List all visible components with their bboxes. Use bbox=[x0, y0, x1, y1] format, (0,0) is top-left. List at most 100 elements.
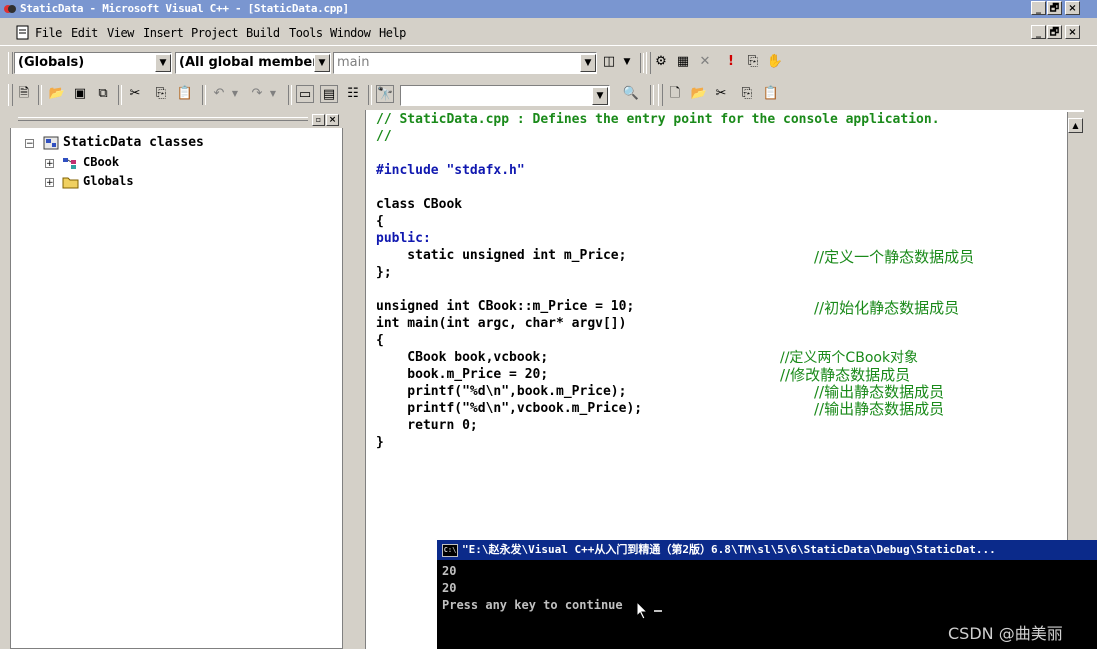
toolbar-separator bbox=[288, 85, 292, 105]
go-icon[interactable]: ⎘ bbox=[744, 53, 762, 71]
menu-insert[interactable]: Insert bbox=[143, 26, 184, 40]
scroll-up-button[interactable]: ▲ bbox=[1068, 118, 1083, 133]
new-file-icon[interactable]: 🗋 bbox=[666, 85, 684, 103]
panel-splitter[interactable] bbox=[343, 110, 365, 649]
menu-build[interactable]: Build bbox=[246, 26, 280, 40]
close-button[interactable]: × bbox=[1065, 1, 1080, 15]
console-title-bar[interactable]: C:\ "E:\赵永发\Visual C++从入门到精通（第2版）6.8\TM\s… bbox=[437, 540, 1097, 560]
find-in-files-icon[interactable]: 🔭 bbox=[376, 85, 394, 103]
copy-icon[interactable]: ⎘ bbox=[152, 85, 170, 103]
code-line: int main(int argc, char* argv[]) bbox=[376, 316, 627, 331]
menu-file[interactable]: File bbox=[35, 26, 62, 40]
mouse-pointer-icon bbox=[636, 600, 650, 621]
panel-close-button[interactable]: × bbox=[326, 114, 339, 126]
collapse-toggle[interactable]: − bbox=[25, 139, 34, 149]
chevron-down-icon[interactable]: ▼ bbox=[226, 85, 244, 103]
tree-item-cbook[interactable]: CBook bbox=[83, 155, 119, 169]
minimize-button[interactable]: _ bbox=[1031, 1, 1046, 15]
chevron-down-icon[interactable]: ▼ bbox=[592, 87, 608, 105]
code-line: #include "stdafx.h" bbox=[376, 163, 525, 178]
standard-toolbar: 🗎 📂 ▣ ⧉ ✂ ⎘ 📋 ↶ ▼ ↷ ▼ ▭ ▤ ☷ 🔭 ▼ 🔍 🗋 📂 ✂ … bbox=[0, 80, 1097, 110]
doc-maximize-button[interactable]: 🗗 bbox=[1047, 25, 1062, 39]
code-line: } bbox=[376, 435, 384, 450]
code-line: { bbox=[376, 333, 384, 348]
code-line: static unsigned int m_Price; bbox=[376, 248, 627, 263]
class-icon bbox=[62, 156, 80, 170]
scope-combo[interactable]: (Globals) bbox=[14, 52, 172, 74]
classview-icon bbox=[43, 136, 59, 150]
code-line: return 0; bbox=[376, 418, 478, 433]
console-title: "E:\赵永发\Visual C++从入门到精通（第2版）6.8\TM\sl\5… bbox=[462, 543, 996, 556]
breakpoint-hand-icon[interactable]: ✋ bbox=[766, 53, 784, 71]
code-line: CBook book,vcbook; bbox=[376, 350, 549, 365]
code-line: }; bbox=[376, 265, 392, 280]
code-line: book.m_Price = 20; bbox=[376, 367, 549, 382]
chevron-down-icon[interactable]: ▼ bbox=[264, 85, 282, 103]
doc-close-button[interactable]: × bbox=[1065, 25, 1080, 39]
code-comment: //初始化静态数据成员 bbox=[814, 299, 960, 317]
workspace-header: ▫ × bbox=[10, 112, 343, 128]
tree-root-label[interactable]: StaticData classes bbox=[63, 135, 204, 150]
open-folder-icon[interactable]: 📂 bbox=[48, 85, 66, 103]
expand-toggle[interactable]: + bbox=[45, 178, 54, 188]
code-line: { bbox=[376, 214, 384, 229]
expand-toggle[interactable]: + bbox=[45, 159, 54, 169]
toolbar-separator bbox=[368, 85, 372, 105]
menu-tools[interactable]: Tools bbox=[289, 26, 323, 40]
console-output-line: 20 bbox=[442, 581, 457, 595]
save-all-icon[interactable]: ⧉ bbox=[94, 85, 112, 103]
cut-icon[interactable]: ✂ bbox=[712, 85, 730, 103]
code-line: printf("%d\n",vcbook.m_Price); bbox=[376, 401, 643, 416]
find-icon[interactable]: 🔍 bbox=[622, 85, 640, 103]
menu-window[interactable]: Window bbox=[330, 26, 371, 40]
function-combo[interactable]: main bbox=[333, 52, 597, 74]
toolbar-grip[interactable] bbox=[646, 52, 651, 74]
copy-icon[interactable]: ⎘ bbox=[738, 85, 756, 103]
workspace-panel[interactable] bbox=[10, 112, 343, 649]
chevron-down-icon[interactable]: ▼ bbox=[618, 53, 636, 71]
chevron-down-icon[interactable]: ▼ bbox=[155, 54, 171, 72]
toolbar-separator bbox=[118, 85, 122, 105]
toolbar-grip[interactable] bbox=[8, 52, 13, 74]
execute-icon[interactable]: ! bbox=[722, 53, 740, 71]
chevron-down-icon[interactable]: ▼ bbox=[580, 54, 596, 72]
toolbar-separator bbox=[38, 85, 42, 105]
save-icon[interactable]: ▣ bbox=[71, 85, 89, 103]
wizard-action-icon[interactable]: ◫ bbox=[600, 53, 618, 71]
toolbar-grip[interactable] bbox=[658, 84, 663, 106]
output-toggle-icon[interactable]: ▤ bbox=[320, 85, 338, 103]
app-icon bbox=[3, 2, 17, 16]
code-line: printf("%d\n",book.m_Price); bbox=[376, 384, 627, 399]
new-text-file-icon[interactable]: 🗎 bbox=[15, 85, 33, 103]
toolbar-separator bbox=[650, 85, 654, 105]
code-comment: //定义一个静态数据成员 bbox=[814, 248, 975, 266]
code-line: // bbox=[376, 129, 392, 144]
open-folder-icon[interactable]: 📂 bbox=[690, 85, 708, 103]
doc-minimize-button[interactable]: _ bbox=[1031, 25, 1046, 39]
window-list-icon[interactable]: ☷ bbox=[344, 85, 362, 103]
workspace-toggle-icon[interactable]: ▭ bbox=[296, 85, 314, 103]
paste-icon[interactable]: 📋 bbox=[762, 85, 780, 103]
menu-project[interactable]: Project bbox=[191, 26, 239, 40]
menu-view[interactable]: View bbox=[107, 26, 134, 40]
title-bar[interactable]: StaticData - Microsoft Visual C++ - [Sta… bbox=[0, 0, 1097, 18]
console-output-line: 20 bbox=[442, 564, 457, 578]
toolbar-grip[interactable] bbox=[8, 84, 13, 106]
menu-bar: File Edit View Insert Project Build Tool… bbox=[0, 21, 1097, 46]
stop-build-icon[interactable]: ✕ bbox=[696, 53, 714, 71]
panel-grip[interactable] bbox=[18, 117, 308, 121]
members-combo[interactable]: (All global members bbox=[175, 52, 331, 74]
maximize-button[interactable]: 🗗 bbox=[1047, 1, 1062, 15]
chevron-down-icon[interactable]: ▼ bbox=[314, 54, 330, 72]
build-icon[interactable]: ▦ bbox=[674, 53, 692, 71]
menu-edit[interactable]: Edit bbox=[71, 26, 98, 40]
cut-icon[interactable]: ✂ bbox=[126, 85, 144, 103]
tree-item-globals[interactable]: Globals bbox=[83, 174, 134, 188]
menu-help[interactable]: Help bbox=[379, 26, 406, 40]
code-line: public: bbox=[376, 231, 431, 246]
paste-icon[interactable]: 📋 bbox=[176, 85, 194, 103]
find-combo[interactable] bbox=[400, 85, 610, 106]
compile-icon[interactable]: ⚙ bbox=[652, 53, 670, 71]
panel-maximize-button[interactable]: ▫ bbox=[312, 114, 325, 126]
code-comment: //输出静态数据成员 bbox=[814, 400, 945, 418]
